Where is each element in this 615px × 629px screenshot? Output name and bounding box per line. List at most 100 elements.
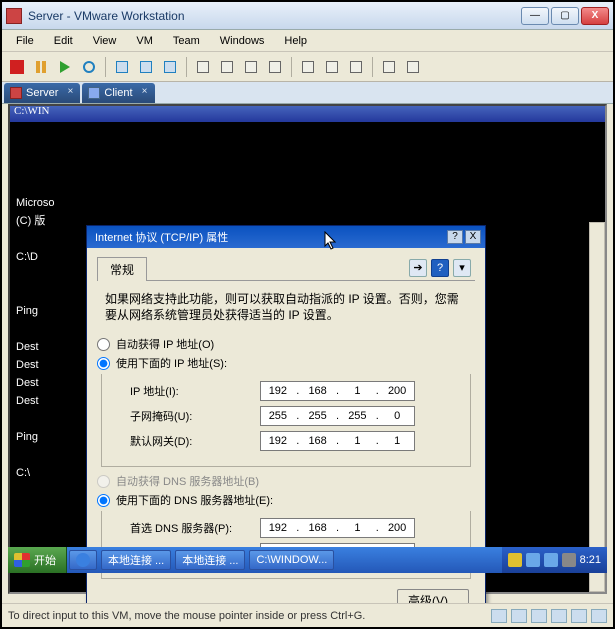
capture-button[interactable] — [345, 56, 367, 78]
tray-network-icon[interactable] — [544, 553, 558, 567]
radio-label: 使用下面的 DNS 服务器地址(E): — [116, 492, 273, 508]
tab-label: Client — [104, 87, 132, 99]
play-icon — [60, 61, 70, 73]
show-console-button[interactable] — [192, 56, 214, 78]
tab-close-icon[interactable]: × — [139, 86, 151, 98]
toolbar — [2, 52, 613, 82]
lbl-mask: 子网掩码(U): — [130, 408, 260, 424]
unity-icon — [269, 61, 281, 73]
guest-scrollbar[interactable] — [589, 222, 605, 592]
reset-button[interactable] — [78, 56, 100, 78]
quick-switch-button[interactable] — [216, 56, 238, 78]
subnet-mask-input[interactable]: 255.255.255.0 — [260, 406, 415, 426]
radio-auto-ip-input[interactable] — [97, 338, 110, 351]
statusbar: To direct input to this VM, move the mou… — [2, 603, 613, 627]
radio-label: 自动获得 DNS 服务器地址(B) — [116, 473, 259, 489]
revert-icon — [140, 61, 152, 73]
start-button[interactable]: 开始 — [8, 547, 67, 573]
separator — [291, 57, 292, 77]
task-label: 本地连接 ... — [108, 552, 164, 568]
tab-general[interactable]: 常规 — [97, 257, 147, 281]
maximize-button[interactable]: ▢ — [551, 7, 579, 25]
tray-volume-icon[interactable] — [562, 553, 576, 567]
taskbar-item[interactable]: 本地连接 ... — [175, 550, 245, 570]
vm-tabstrip: Server × Client × — [2, 82, 613, 104]
tab-label: Server — [26, 87, 58, 99]
start-label: 开始 — [34, 552, 56, 568]
fullscreen-button[interactable] — [240, 56, 262, 78]
separator — [372, 57, 373, 77]
status-device-icon[interactable] — [571, 609, 587, 623]
status-device-icon[interactable] — [591, 609, 607, 623]
summary-button[interactable] — [297, 56, 319, 78]
replay-button[interactable] — [402, 56, 424, 78]
quicklaunch-ie[interactable] — [69, 550, 97, 570]
radio-manual-dns[interactable]: 使用下面的 DNS 服务器地址(E): — [97, 492, 475, 508]
menu-view[interactable]: View — [85, 33, 125, 49]
replay-icon — [407, 61, 419, 73]
menu-windows[interactable]: Windows — [212, 33, 273, 49]
revert-button[interactable] — [135, 56, 157, 78]
radio-auto-ip[interactable]: 自动获得 IP 地址(O) — [97, 336, 475, 352]
pause-icon — [36, 61, 46, 73]
snapshot-button[interactable] — [111, 56, 133, 78]
snapshot-icon — [116, 61, 128, 73]
minimize-button[interactable]: — — [521, 7, 549, 25]
menu-file[interactable]: File — [8, 33, 42, 49]
suspend-button[interactable] — [30, 56, 52, 78]
guest-display[interactable]: C:\WIN Microso (C) 版 C:\D Ping Dest Dest… — [2, 104, 613, 603]
separator — [186, 57, 187, 77]
dialog-titlebar[interactable]: Internet 协议 (TCP/IP) 属性 ? X — [87, 226, 485, 248]
help-icon[interactable]: ? — [431, 259, 449, 277]
menu-edit[interactable]: Edit — [46, 33, 81, 49]
dialog-help-button[interactable]: ? — [447, 230, 463, 244]
taskbar-item[interactable]: 本地连接 ... — [101, 550, 171, 570]
tab-server[interactable]: Server × — [4, 83, 80, 103]
unity-button[interactable] — [264, 56, 286, 78]
switch-icon — [221, 61, 233, 73]
ip-address-input[interactable]: 192.168.1.200 — [260, 381, 415, 401]
menu-help[interactable]: Help — [276, 33, 315, 49]
close-button[interactable]: X — [581, 7, 609, 25]
radio-manual-dns-input[interactable] — [97, 494, 110, 507]
windows-flag-icon — [14, 553, 30, 567]
system-tray[interactable]: 8:21 — [502, 547, 607, 573]
radio-manual-ip-input[interactable] — [97, 357, 110, 370]
status-device-icon[interactable] — [531, 609, 547, 623]
dialog-description: 如果网络支持此功能，则可以获取自动指派的 IP 设置。否则，您需要从网络系统管理… — [97, 281, 475, 333]
gateway-input[interactable]: 192.168.1.1 — [260, 431, 415, 451]
ip-group: IP 地址(I): 192.168.1.200 子网掩码(U): 255.255… — [101, 374, 471, 467]
app-icon — [6, 8, 22, 24]
manage-icon — [164, 61, 176, 73]
dialog-tabstrip: 常规 ➔ ? ▾ — [97, 256, 475, 281]
tray-clock[interactable]: 8:21 — [580, 554, 601, 566]
options-icon[interactable]: ▾ — [453, 259, 471, 277]
advanced-button[interactable]: 高级(V)... — [397, 589, 469, 603]
power-on-button[interactable] — [54, 56, 76, 78]
record-button[interactable] — [378, 56, 400, 78]
status-device-icon[interactable] — [511, 609, 527, 623]
menu-team[interactable]: Team — [165, 33, 208, 49]
radio-manual-ip[interactable]: 使用下面的 IP 地址(S): — [97, 355, 475, 371]
summary-icon — [302, 61, 314, 73]
taskbar-item[interactable]: C:\WINDOW... — [249, 550, 334, 570]
manage-snapshot-button[interactable] — [159, 56, 181, 78]
radio-auto-dns: 自动获得 DNS 服务器地址(B) — [97, 473, 475, 489]
cmd-titlebar: C:\WIN — [8, 104, 607, 122]
lbl-gateway: 默认网关(D): — [130, 433, 260, 449]
lbl-dns1: 首选 DNS 服务器(P): — [130, 520, 260, 536]
next-icon[interactable]: ➔ — [409, 259, 427, 277]
appliance-button[interactable] — [321, 56, 343, 78]
power-off-button[interactable] — [6, 56, 28, 78]
dialog-close-button[interactable]: X — [465, 230, 481, 244]
tray-shield-icon[interactable] — [508, 553, 522, 567]
tab-close-icon[interactable]: × — [64, 86, 76, 98]
titlebar: Server - VMware Workstation — ▢ X — [2, 2, 613, 30]
window-title: Server - VMware Workstation — [28, 9, 521, 23]
status-device-icon[interactable] — [491, 609, 507, 623]
preferred-dns-input[interactable]: 192.168.1.200 — [260, 518, 415, 538]
status-device-icon[interactable] — [551, 609, 567, 623]
tray-network-icon[interactable] — [526, 553, 540, 567]
menu-vm[interactable]: VM — [128, 33, 161, 49]
tab-client[interactable]: Client × — [82, 83, 154, 103]
